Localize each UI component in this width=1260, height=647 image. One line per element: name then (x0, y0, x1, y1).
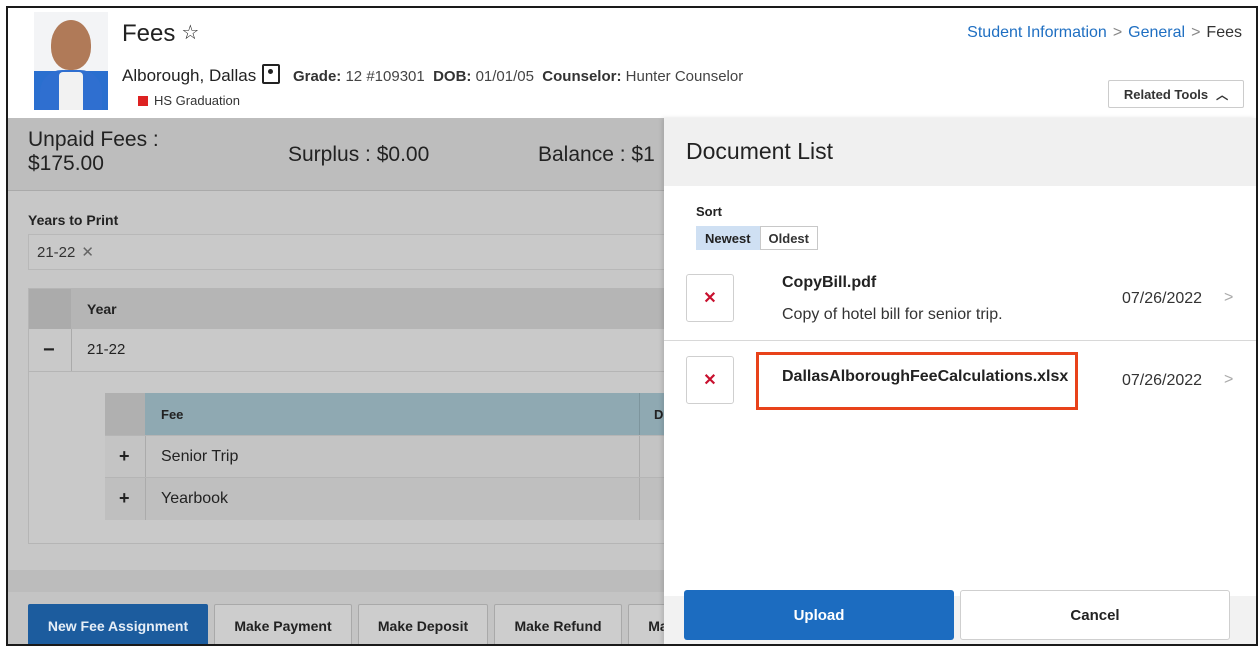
breadcrumb-student-information[interactable]: Student Information (967, 24, 1107, 41)
graduation-program: HS Graduation (138, 93, 240, 108)
unpaid-fees: Unpaid Fees : $175.00 (28, 128, 159, 176)
counselor-label: Counselor: (542, 68, 622, 85)
year-table: Year − 21-22 Fee D + Senior Trip + Yearb… (28, 288, 669, 544)
fees-area: Unpaid Fees : $175.00 Surplus : $0.00 Ba… (8, 118, 688, 644)
document-row[interactable]: ✕ CopyBill.pdf Copy of hotel bill for se… (664, 260, 1256, 341)
document-row[interactable]: ✕ DallasAlboroughFeeCalculations.xlsx 07… (664, 342, 1256, 422)
photo-shirt (59, 72, 83, 110)
document-name: CopyBill.pdf (782, 274, 877, 291)
year-value: 21-22 (87, 341, 126, 358)
breadcrumb-fees: Fees (1206, 24, 1242, 41)
minus-icon[interactable]: − (43, 339, 55, 362)
close-icon[interactable]: ✕ (81, 244, 94, 261)
app-frame: Fees ☆ Alborough, Dallas Grade: 12 #10930… (6, 6, 1258, 646)
document-description: Copy of hotel bill for senior trip. (782, 306, 1003, 323)
chevron-right-icon[interactable]: > (1224, 289, 1233, 307)
student-header: Fees ☆ Alborough, Dallas Grade: 12 #10930… (8, 8, 1256, 118)
document-date: 07/26/2022 (1122, 290, 1203, 307)
student-name: Alborough, Dallas (122, 66, 257, 85)
unpaid-fees-value: $175.00 (28, 152, 104, 175)
make-refund-button[interactable]: Make Refund (494, 604, 622, 644)
year-chip[interactable]: 21-22 ✕ (37, 243, 94, 261)
sort-label: Sort (696, 204, 722, 219)
fee-name: Yearbook (161, 490, 229, 507)
plus-icon[interactable]: + (119, 488, 130, 509)
year-column-header: Year (87, 301, 117, 317)
grade-value: 12 #109301 (345, 68, 425, 85)
document-list-title: Document List (686, 138, 834, 164)
row-divider (71, 329, 72, 371)
row-divider (639, 478, 640, 520)
year-table-header: Year (29, 289, 669, 329)
fee-summary: Unpaid Fees : $175.00 Surplus : $0.00 Ba… (8, 118, 668, 191)
document-list-header: Document List (664, 118, 1256, 186)
fee-column-header: Fee (161, 407, 184, 422)
related-tools-label: Related Tools (1123, 86, 1209, 102)
student-meta: Grade: 12 #109301 DOB: 01/01/05 Counselo… (293, 68, 743, 85)
plus-icon[interactable]: + (119, 446, 130, 467)
delete-document-button[interactable]: ✕ (686, 274, 734, 322)
years-to-print-select[interactable]: 21-22 ✕ (28, 234, 668, 270)
page-title-text: Fees (122, 20, 176, 47)
contact-card-icon[interactable] (262, 64, 281, 84)
dob-label: DOB: (433, 68, 472, 85)
breadcrumb: Student Information > General > Fees (967, 24, 1242, 42)
fee-name: Senior Trip (161, 448, 239, 465)
upload-button[interactable]: Upload (684, 590, 954, 640)
table-row: − 21-22 (29, 329, 669, 372)
sort-newest-button[interactable]: Newest (696, 226, 760, 250)
sort-toggle: Newest Oldest (696, 226, 818, 250)
page-title: Fees ☆ (122, 20, 199, 48)
related-tools-button[interactable]: Related Tools ︿ (1108, 80, 1244, 108)
table-row: + Senior Trip (105, 435, 669, 478)
fee-table: Fee D + Senior Trip + Yearbook (105, 393, 669, 520)
chevron-right-icon[interactable]: > (1224, 371, 1233, 389)
unpaid-fees-label: Unpaid Fees : (28, 128, 159, 151)
document-list-panel: Document List Sort Newest Oldest ✕ CopyB… (664, 118, 1256, 644)
counselor-value: Hunter Counselor (625, 68, 744, 85)
fee-table-gutter (105, 393, 145, 435)
new-fee-assignment-button[interactable]: New Fee Assignment (28, 604, 208, 644)
row-divider (145, 478, 146, 520)
chevron-up-icon: ︿ (1216, 87, 1229, 102)
student-photo (34, 12, 108, 110)
document-name: DallasAlboroughFeeCalculations.xlsx (782, 368, 1069, 385)
graduation-icon (138, 96, 148, 106)
delete-document-button[interactable]: ✕ (686, 356, 734, 404)
breadcrumb-general[interactable]: General (1128, 24, 1185, 41)
student-info: Alborough, Dallas Grade: 12 #109301 DOB:… (122, 64, 743, 86)
cancel-button[interactable]: Cancel (960, 590, 1230, 640)
action-bar: New Fee Assignment Make Payment Make Dep… (8, 592, 688, 644)
make-payment-button[interactable]: Make Payment (214, 604, 352, 644)
delete-x-icon: ✕ (703, 372, 717, 389)
years-to-print-label: Years to Print (28, 212, 119, 228)
breadcrumb-separator-icon: > (1112, 24, 1123, 41)
document-panel-footer: Upload Cancel (664, 590, 1256, 644)
photo-head (51, 20, 91, 70)
dob-value: 01/01/05 (475, 68, 534, 85)
year-table-gutter (29, 289, 71, 329)
sort-oldest-button[interactable]: Oldest (759, 226, 818, 250)
balance: Balance : $1 (538, 143, 655, 166)
surplus: Surplus : $0.00 (288, 143, 430, 166)
delete-x-icon: ✕ (703, 290, 717, 307)
table-row: + Yearbook (105, 477, 669, 520)
row-divider (639, 436, 640, 478)
document-date: 07/26/2022 (1122, 372, 1203, 389)
year-chip-label: 21-22 (37, 244, 76, 261)
row-divider (145, 436, 146, 478)
make-deposit-button[interactable]: Make Deposit (358, 604, 488, 644)
d-column-label: D (654, 407, 664, 422)
fee-table-header: Fee D (105, 393, 669, 435)
graduation-program-label: HS Graduation (154, 93, 240, 108)
grade-label: Grade: (292, 68, 342, 85)
star-icon[interactable]: ☆ (181, 20, 199, 45)
breadcrumb-separator-icon: > (1191, 24, 1201, 41)
